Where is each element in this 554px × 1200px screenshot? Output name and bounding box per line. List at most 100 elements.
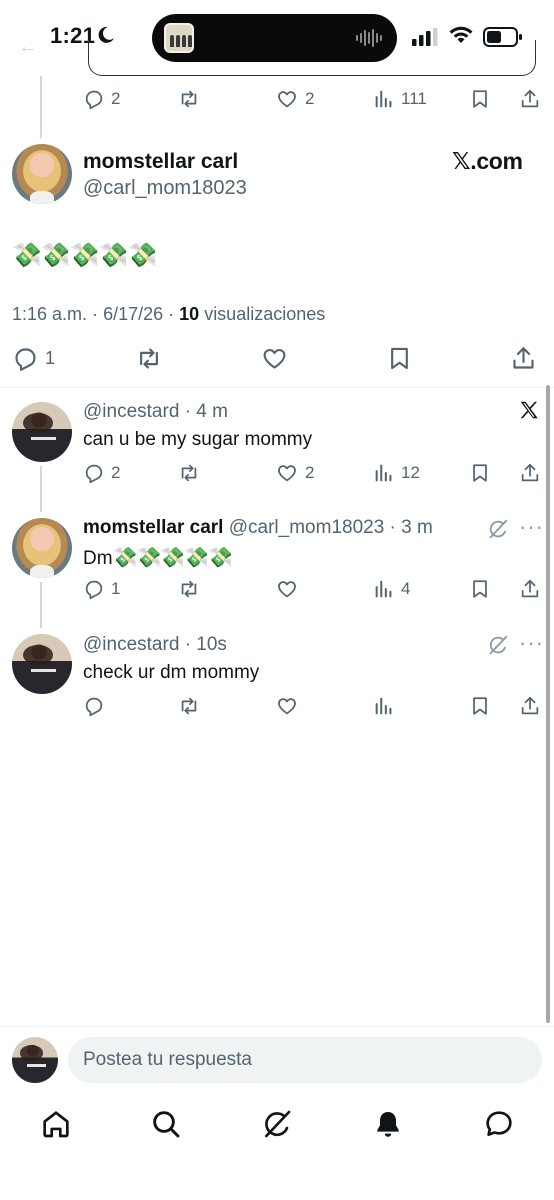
views-button[interactable] (373, 695, 395, 717)
views-count: 12 (401, 463, 420, 482)
like-button[interactable]: 2 (275, 88, 314, 110)
reply-text-prefix: Dm (83, 548, 113, 569)
reply-header: @incestard · 10s (83, 634, 227, 655)
share-button[interactable] (519, 462, 541, 484)
retweet-button[interactable] (177, 88, 201, 110)
author-name[interactable]: momstellar carl (83, 517, 223, 538)
reply-time: 10s (196, 634, 227, 655)
reply-icon (85, 697, 103, 717)
like-button[interactable] (260, 345, 289, 372)
back-arrow-icon[interactable]: ← (18, 36, 38, 59)
views-button[interactable]: 12 (373, 462, 420, 484)
search-icon[interactable] (150, 1108, 182, 1145)
reply-icon (85, 90, 103, 110)
grok-icon[interactable] (487, 518, 509, 545)
author-handle[interactable]: @carl_mom18023 (229, 517, 385, 538)
thread-line (40, 76, 42, 138)
share-icon (513, 347, 534, 369)
more-options-icon[interactable]: ··· (519, 630, 544, 656)
avatar[interactable] (12, 1037, 58, 1083)
share-button[interactable] (519, 695, 541, 717)
avatar[interactable] (12, 402, 72, 462)
heart-icon (278, 698, 296, 715)
heart-icon (278, 465, 296, 482)
retweet-button[interactable] (177, 695, 201, 717)
reply-button[interactable]: 2 (83, 462, 120, 484)
views-button[interactable]: 4 (373, 578, 410, 600)
divider (0, 1026, 554, 1027)
views-count: 111 (401, 89, 427, 108)
retweet-icon (140, 348, 158, 369)
author-handle[interactable]: @incestard (83, 401, 179, 422)
retweet-icon (181, 90, 197, 108)
reply-input[interactable]: Postea tu respuesta (68, 1037, 542, 1083)
scrollbar[interactable] (546, 385, 550, 1023)
avatar[interactable] (12, 634, 72, 694)
heart-icon (278, 581, 296, 598)
bookmark-button[interactable] (469, 578, 491, 600)
avatar[interactable] (12, 144, 72, 204)
bookmark-button[interactable] (469, 695, 491, 717)
bookmark-icon (473, 697, 487, 715)
reply-header: @incestard · 4 m (83, 401, 228, 422)
reply-count: 1 (111, 579, 121, 598)
share-button[interactable] (519, 88, 541, 110)
bookmark-icon (473, 90, 487, 108)
reply-button[interactable]: 1 (12, 345, 55, 372)
reply-button[interactable]: 1 (83, 578, 120, 600)
retweet-button[interactable] (177, 578, 207, 600)
avatar[interactable] (12, 518, 72, 578)
views-icon (375, 580, 392, 598)
retweet-icon (181, 697, 197, 715)
tweet-date: 6/17/26 (103, 304, 164, 324)
thread-line (40, 582, 42, 628)
share-button[interactable] (510, 345, 537, 372)
messages-icon[interactable] (483, 1108, 515, 1145)
reply-button[interactable]: 2 (83, 88, 120, 110)
views-button[interactable]: 111 (373, 88, 427, 110)
views-icon (375, 697, 392, 715)
like-count: 2 (305, 89, 315, 108)
views-count: 4 (401, 579, 411, 598)
author-handle[interactable]: @incestard (83, 634, 179, 655)
like-button[interactable] (275, 695, 299, 717)
share-icon (521, 579, 539, 598)
home-icon[interactable] (40, 1108, 72, 1145)
heart-icon (263, 348, 286, 369)
heart-icon (278, 91, 296, 108)
like-button[interactable]: 2 (275, 462, 314, 484)
reply-count: 1 (45, 348, 56, 368)
notifications-icon[interactable] (372, 1108, 404, 1145)
share-button[interactable] (519, 578, 541, 600)
author-name[interactable]: momstellar carl (83, 150, 238, 174)
reply-actions: 1 4 (83, 578, 543, 606)
reply-text: Dm💸💸💸💸💸 (83, 545, 233, 570)
bookmark-icon (473, 464, 487, 482)
reply-icon (85, 464, 103, 484)
reply-text: check ur dm mommy (83, 662, 260, 683)
author-handle[interactable]: @carl_mom18023 (83, 177, 247, 200)
reply-icon (85, 580, 103, 600)
reply-button[interactable] (83, 695, 105, 717)
like-button[interactable] (275, 578, 305, 600)
more-options-icon[interactable]: ··· (519, 514, 544, 540)
grok-icon[interactable] (261, 1108, 293, 1145)
tweet-meta: 1:16 a.m. · 6/17/26 · 10 visualizaciones (12, 304, 326, 324)
reply-time: 4 m (196, 401, 228, 422)
x-logo-icon (518, 399, 540, 426)
bookmark-button[interactable] (469, 88, 491, 110)
like-count: 2 (305, 463, 315, 482)
retweet-button[interactable] (177, 462, 207, 484)
retweet-icon (181, 464, 197, 482)
bookmark-icon (391, 347, 408, 370)
reply-text: can u be my sugar mommy (83, 429, 313, 450)
bookmark-button[interactable] (386, 345, 413, 372)
thread-line (40, 466, 42, 512)
bookmark-icon (473, 580, 487, 598)
retweet-button[interactable] (134, 345, 164, 372)
grok-icon[interactable] (487, 634, 509, 661)
views-count: 10 (179, 304, 200, 324)
tweet-text: 💸💸💸💸💸 (12, 242, 157, 269)
embedded-card-bottom[interactable] (88, 40, 536, 76)
bookmark-button[interactable] (469, 462, 491, 484)
